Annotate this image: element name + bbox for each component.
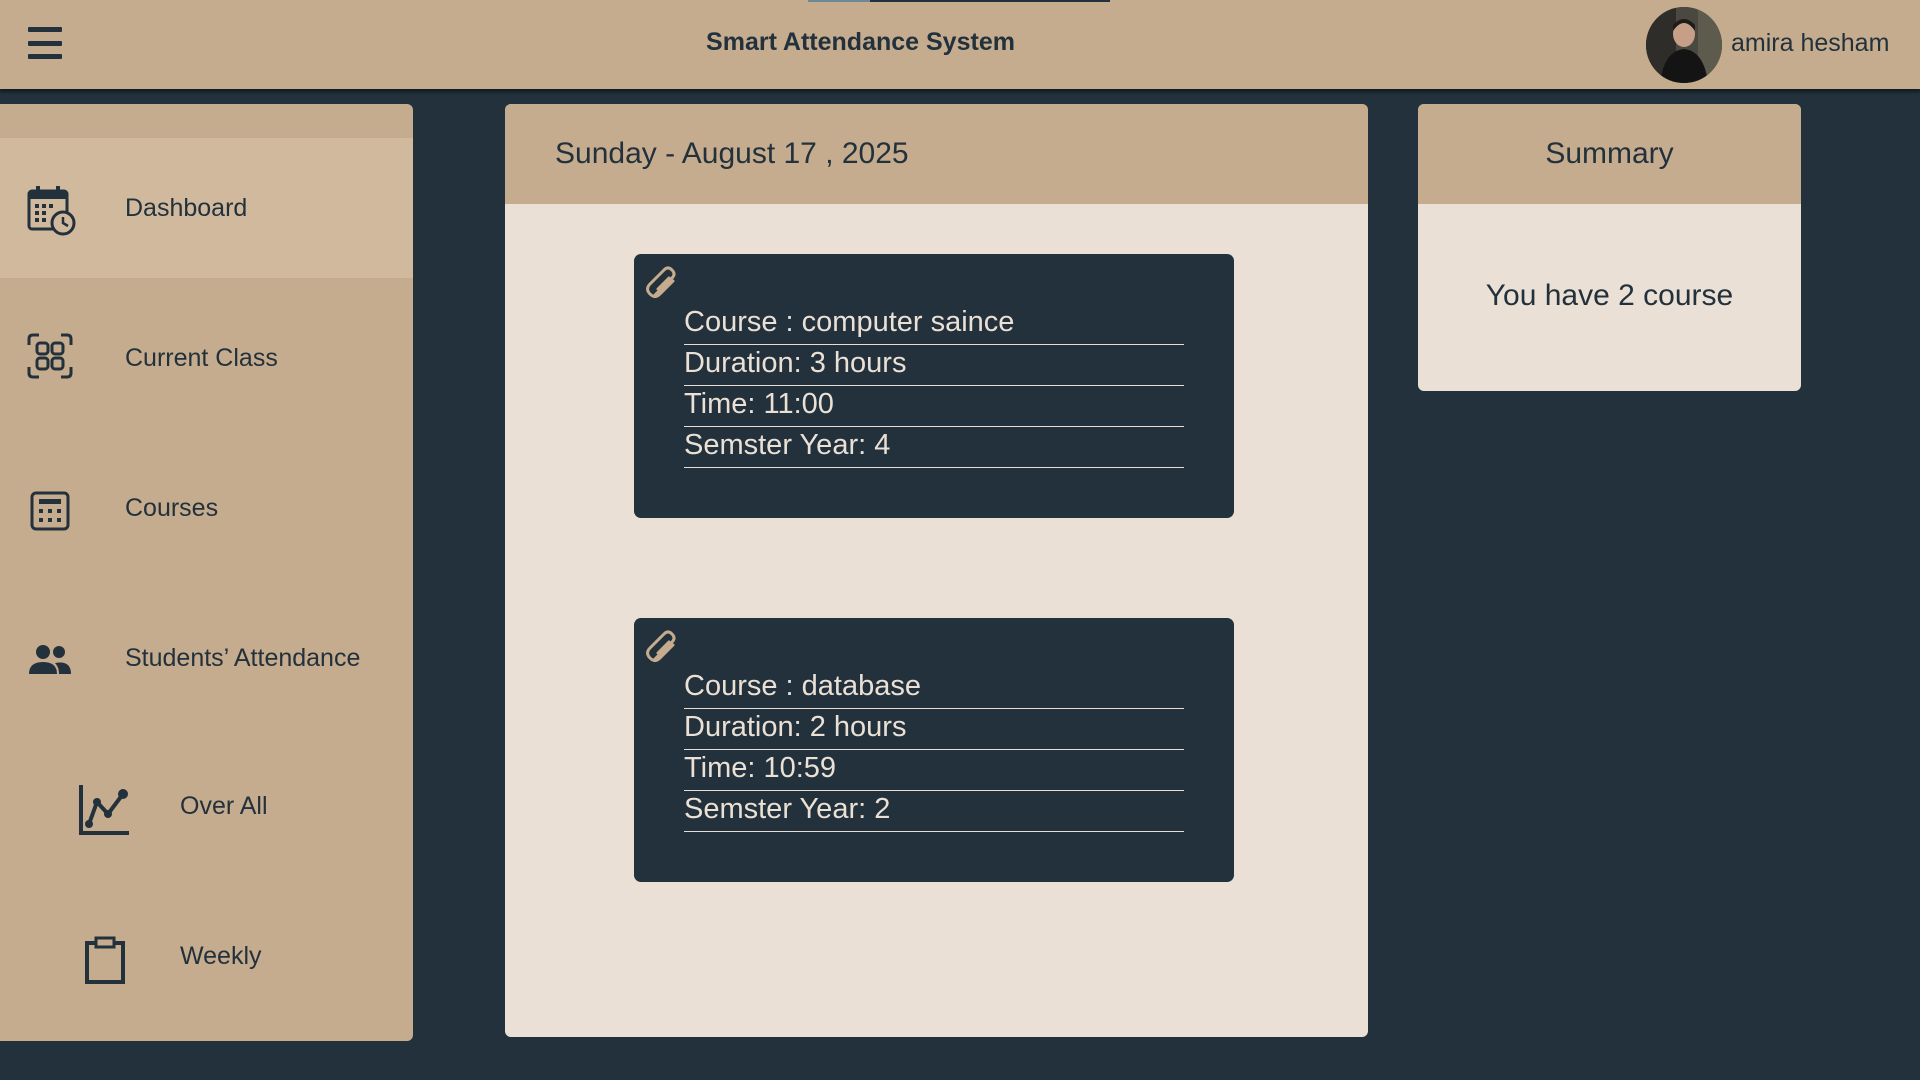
course-duration: Duration: 2 hours [684,709,1184,750]
calculator-icon [30,491,70,531]
paperclip-icon [645,629,681,670]
course-card[interactable]: Course : database Duration: 2 hours Time… [634,618,1234,882]
sidebar-item-label: Current Class [125,344,278,372]
date-header: Sunday - August 17 , 2025 [505,104,1368,204]
user-avatar[interactable] [1646,7,1722,83]
course-name: Course : database [684,668,1184,709]
sidebar-item-dashboard[interactable]: Dashboard [0,138,413,278]
sidebar-item-label: Weekly [180,942,262,970]
people-icon [28,644,72,676]
summary-panel: Summary You have 2 course [1418,104,1801,391]
sidebar-item-label: Dashboard [125,194,248,222]
sidebar-item-students-attendance[interactable]: Students’ Attendance [0,588,413,728]
course-name: Course : computer saince [684,304,1184,345]
grid-icon [27,333,73,379]
clipboard-icon [84,936,126,984]
user-name[interactable]: amira hesham [1731,29,1889,58]
sidebar-item-label: Over All [180,792,268,820]
paperclip-icon [645,265,681,306]
course-time: Time: 11:00 [684,386,1184,427]
line-chart-icon [78,782,132,836]
app-title: Smart Attendance System [706,28,1015,56]
sidebar-item-label: Students’ Attendance [125,644,361,672]
sidebar-item-current-class[interactable]: Current Class [0,288,413,428]
top-accent-line [808,0,1110,2]
sidebar-item-over-all[interactable]: Over All [0,738,413,878]
course-year: Semster Year: 4 [684,427,1184,468]
sidebar-item-weekly[interactable]: Weekly [0,888,413,1028]
course-duration: Duration: 3 hours [684,345,1184,386]
sidebar: Dashboard Current Class Courses Students… [0,104,413,1041]
summary-title: Summary [1418,104,1801,204]
sidebar-item-label: Courses [125,494,219,522]
current-date: Sunday - August 17 , 2025 [555,137,909,170]
course-time: Time: 10:59 [684,750,1184,791]
top-bar: Smart Attendance System amira hesham [0,0,1920,89]
course-year: Semster Year: 2 [684,791,1184,832]
course-card[interactable]: Course : computer saince Duration: 3 hou… [634,254,1234,518]
summary-text: You have 2 course [1485,279,1734,312]
sidebar-item-courses[interactable]: Courses [0,438,413,578]
calendar-clock-icon [27,185,77,237]
main-panel: Sunday - August 17 , 2025 Course : compu… [505,104,1368,1037]
